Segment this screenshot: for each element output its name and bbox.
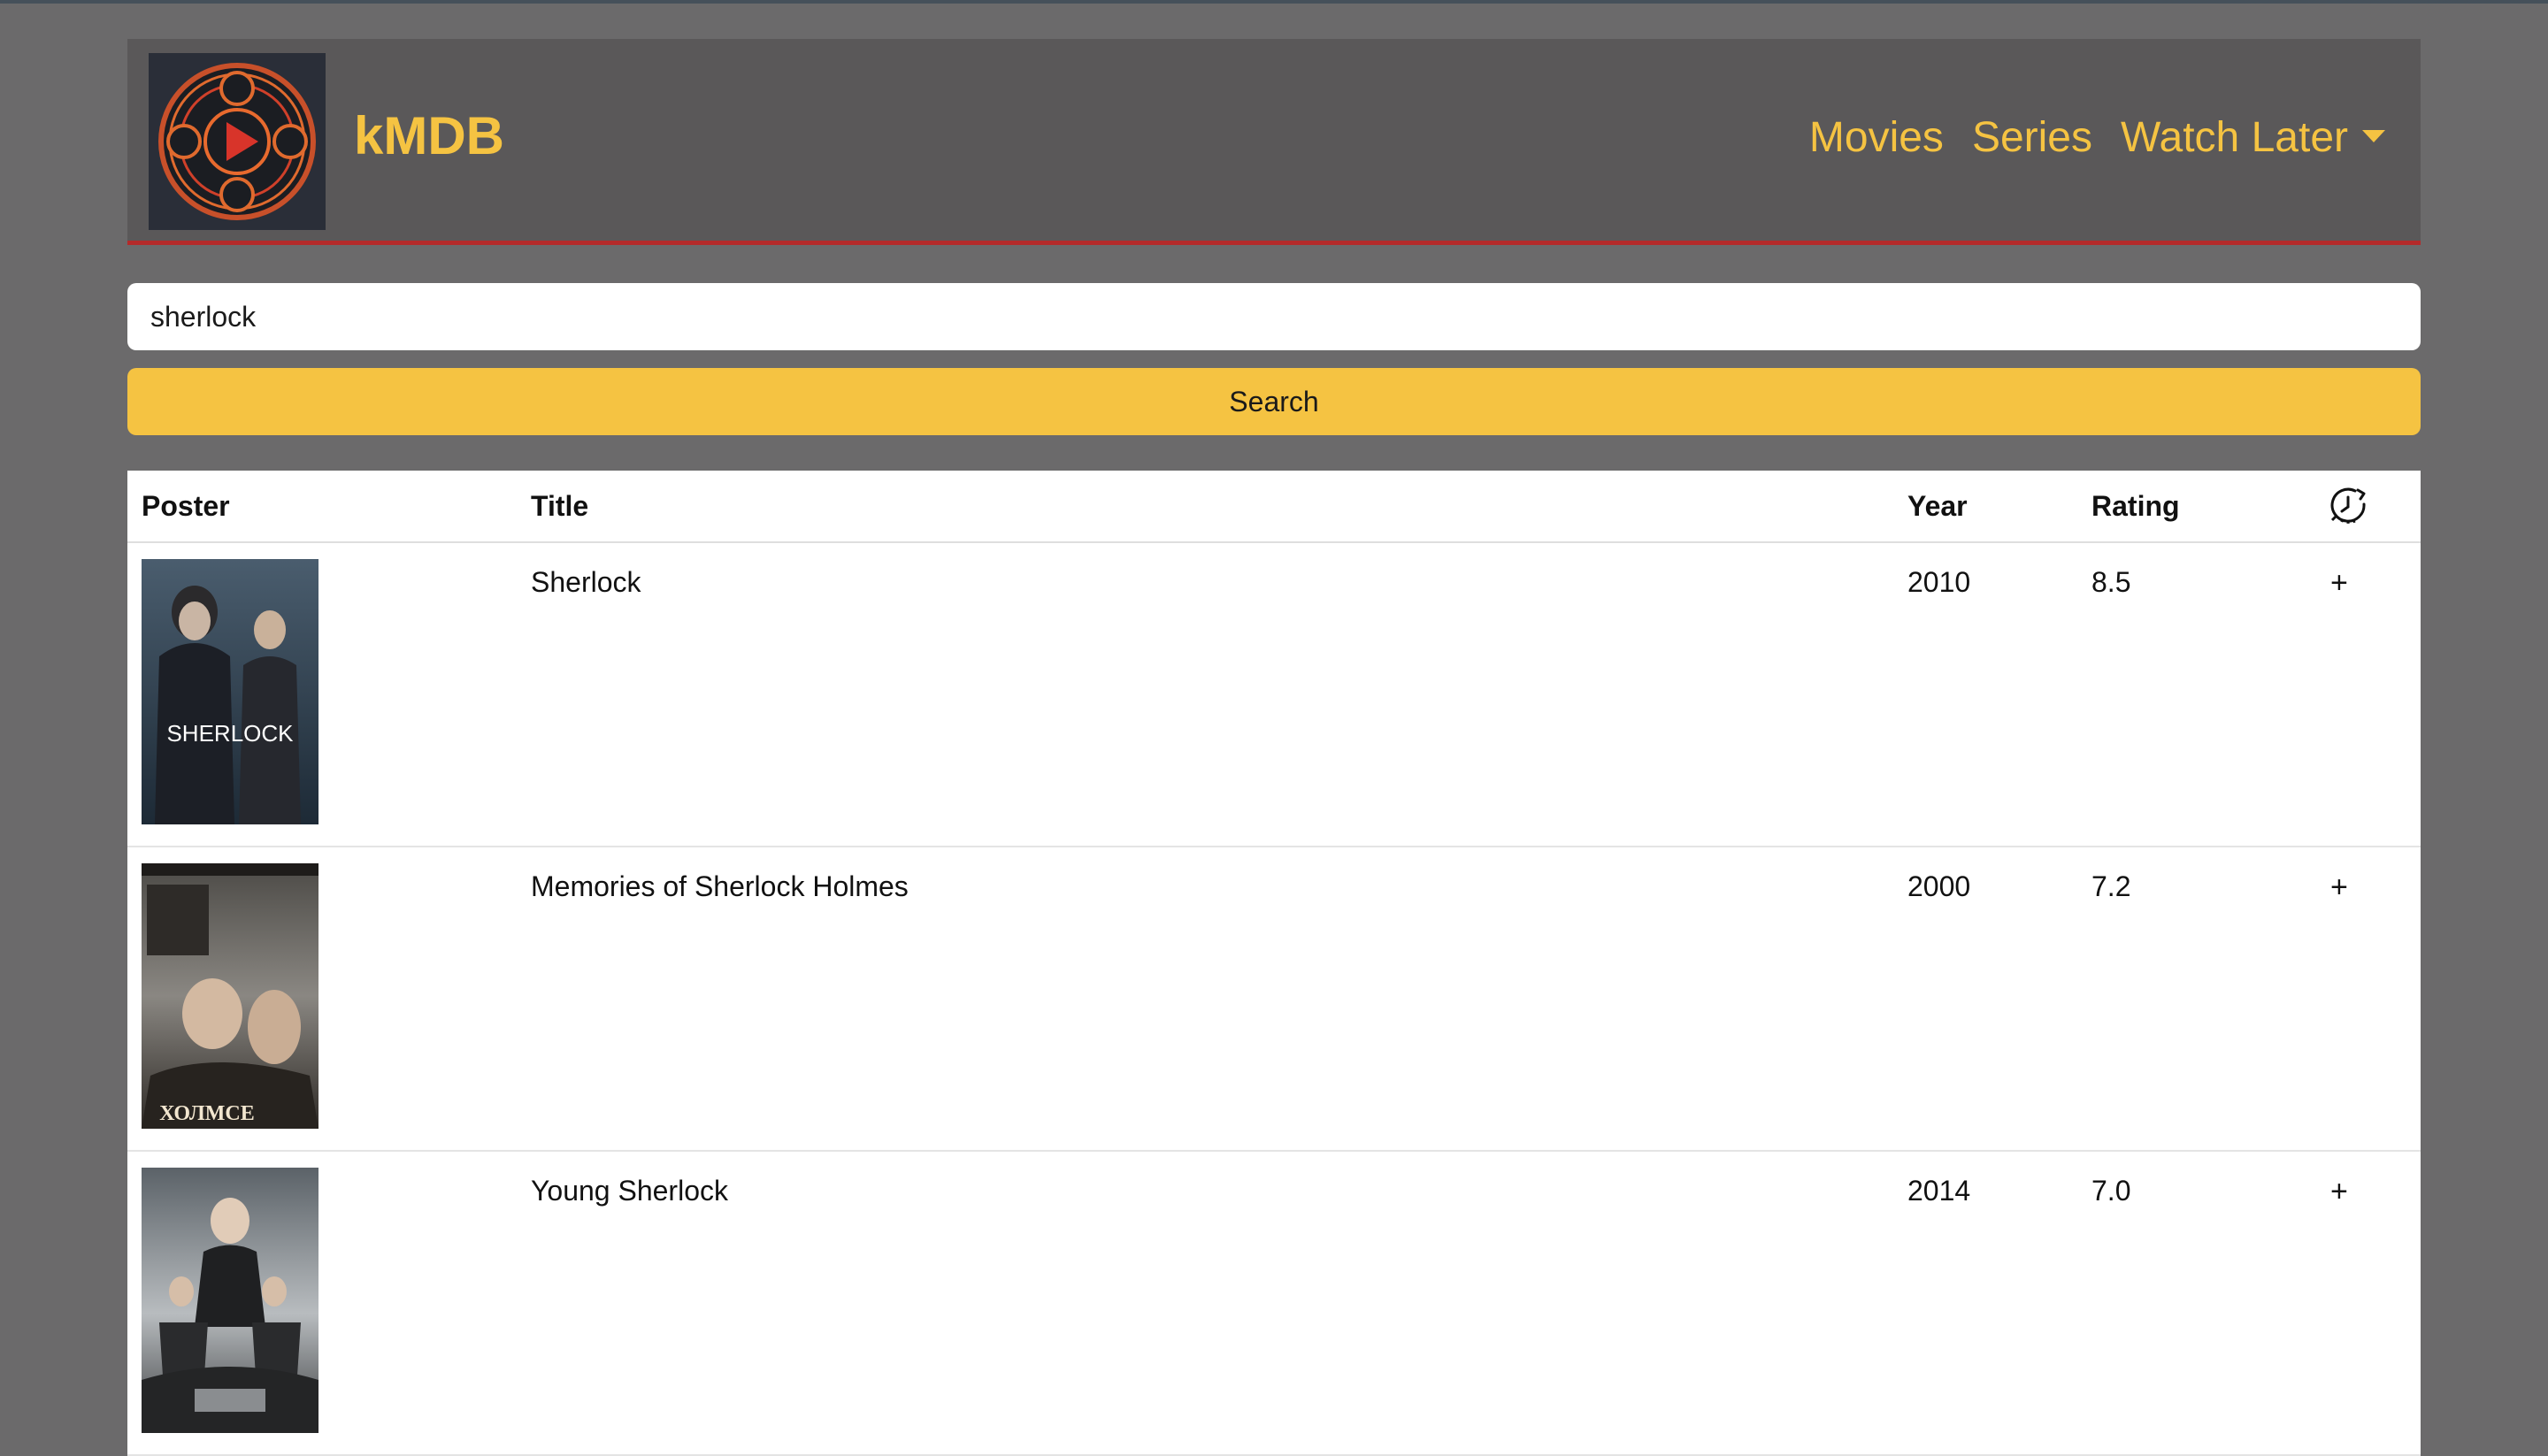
year-cell: 2010 xyxy=(1893,542,2077,847)
site-title[interactable]: kMDB xyxy=(354,110,504,163)
poster-image[interactable]: SHERLOCK xyxy=(142,559,318,824)
site-header: kMDB Movies Series Watch Later xyxy=(127,39,2421,245)
results-table: Poster Title Year Rating SHERLOCK Sherlo… xyxy=(127,471,2421,1456)
film-reel-logo-icon xyxy=(149,53,326,230)
watch-later-cell: + xyxy=(2314,1151,2421,1456)
poster-cell xyxy=(127,1151,517,1456)
poster-title-text: SHERLOCK xyxy=(166,720,294,747)
column-header-watch-later xyxy=(2314,471,2421,543)
table-row[interactable]: SHERLOCK Sherlock 2010 8.5 + xyxy=(127,542,2421,847)
year-cell: 2014 xyxy=(1893,1151,2077,1456)
watch-later-cell: + xyxy=(2314,847,2421,1152)
poster-image[interactable]: ХОЛМСЕ xyxy=(142,863,318,1129)
title-cell[interactable]: Memories of Sherlock Holmes xyxy=(517,847,1893,1152)
rating-cell: 7.0 xyxy=(2077,1151,2314,1456)
nav-watch-later-dropdown[interactable]: Watch Later xyxy=(2121,117,2385,159)
poster-title-text: ХОЛМСЕ xyxy=(159,1102,254,1125)
clock-refresh-icon xyxy=(2330,487,2366,524)
title-cell[interactable]: Young Sherlock xyxy=(517,1151,1893,1456)
caret-down-icon xyxy=(2362,130,2385,143)
nav-series[interactable]: Series xyxy=(1972,117,2092,159)
poster-image[interactable] xyxy=(142,1168,318,1433)
column-header-poster: Poster xyxy=(127,471,517,543)
add-to-watch-later-button[interactable]: + xyxy=(2329,870,2348,904)
table-row[interactable]: Young Sherlock 2014 7.0 + xyxy=(127,1151,2421,1456)
poster-cell: SHERLOCK xyxy=(127,542,517,847)
title-cell[interactable]: Sherlock xyxy=(517,542,1893,847)
table-row[interactable]: ХОЛМСЕ Memories of Sherlock Holmes 2000 … xyxy=(127,847,2421,1152)
column-header-year: Year xyxy=(1893,471,2077,543)
search-input[interactable] xyxy=(127,283,2421,350)
rating-cell: 7.2 xyxy=(2077,847,2314,1152)
nav-watch-later-label: Watch Later xyxy=(2121,114,2348,161)
column-header-title: Title xyxy=(517,471,1893,543)
add-to-watch-later-button[interactable]: + xyxy=(2329,1175,2348,1208)
nav-movies[interactable]: Movies xyxy=(1809,117,1944,159)
search-button[interactable]: Search xyxy=(127,368,2421,435)
main-nav: Movies Series Watch Later xyxy=(1809,117,2385,159)
table-header-row: Poster Title Year Rating xyxy=(127,471,2421,543)
watch-later-cell: + xyxy=(2314,542,2421,847)
rating-cell: 8.5 xyxy=(2077,542,2314,847)
year-cell: 2000 xyxy=(1893,847,2077,1152)
poster-cell: ХОЛМСЕ xyxy=(127,847,517,1152)
site-logo[interactable] xyxy=(149,53,326,230)
page-container: kMDB Movies Series Watch Later Search Po… xyxy=(127,39,2421,1456)
column-header-rating: Rating xyxy=(2077,471,2314,543)
add-to-watch-later-button[interactable]: + xyxy=(2329,566,2348,600)
window-top-border xyxy=(0,0,2548,4)
